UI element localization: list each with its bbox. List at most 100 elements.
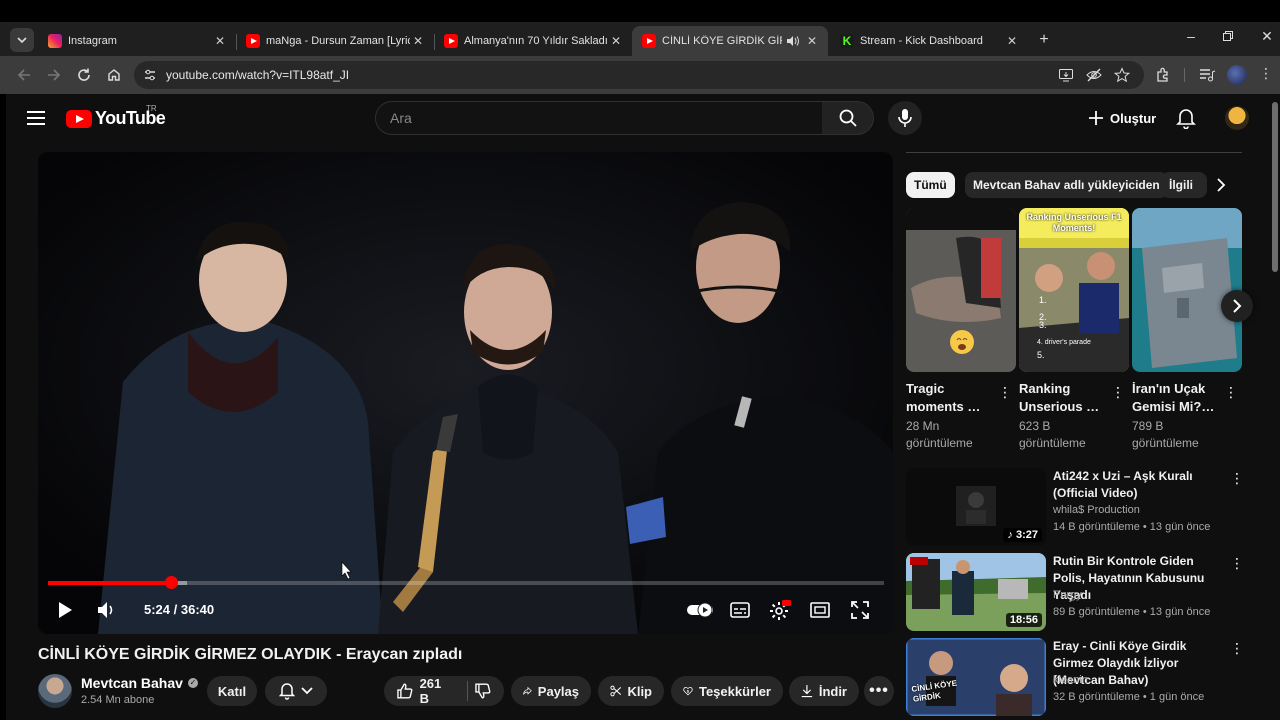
account-avatar[interactable] <box>1225 106 1249 130</box>
clip-button[interactable]: Klip <box>598 676 664 706</box>
short-card[interactable]: İran'ın Uçak Gemisi Mi?… 789 B görüntüle… <box>1132 208 1242 452</box>
audio-playing-icon[interactable] <box>786 35 800 47</box>
short-thumbnail[interactable] <box>1132 208 1242 372</box>
maximize-button[interactable] <box>1213 28 1243 44</box>
browser-tab-instagram[interactable]: Instagram ✕ <box>38 26 237 56</box>
join-button[interactable]: Katıl <box>207 676 257 706</box>
page-scrollbar[interactable] <box>1272 102 1278 272</box>
short-title[interactable]: Ranking Unserious … <box>1019 380 1105 416</box>
channel-name[interactable]: Purgy <box>1053 589 1082 601</box>
more-vertical-icon[interactable]: ⋮ <box>1230 555 1244 572</box>
chip-all[interactable]: Tümü <box>906 172 955 198</box>
channel-name-link[interactable]: Mevtcan Bahav ✓ <box>81 675 198 691</box>
url-text[interactable]: youtube.com/watch?v=ITL98atf_JI <box>166 68 349 82</box>
tab-title: Almanya'nın 70 Yıldır Sakladığı <box>464 35 608 47</box>
seek-bar[interactable] <box>48 576 884 589</box>
media-control-icon[interactable] <box>1198 66 1216 84</box>
chevron-right-icon[interactable] <box>1214 178 1228 192</box>
theater-mode-button[interactable] <box>808 598 832 622</box>
site-settings-icon[interactable] <box>142 67 158 83</box>
more-vertical-icon[interactable]: ⋮ <box>998 384 1012 401</box>
more-actions-button[interactable]: ••• <box>864 676 894 706</box>
svg-text:5.: 5. <box>1037 350 1045 360</box>
like-button[interactable]: 261 B <box>384 676 504 706</box>
more-vertical-icon[interactable]: ⋮ <box>1230 470 1244 487</box>
more-vertical-icon[interactable]: ⋮ <box>1224 384 1238 401</box>
channel-name[interactable]: whila$ Production <box>1053 504 1140 516</box>
notifications-button[interactable] <box>1176 107 1196 134</box>
menu-icon[interactable] <box>27 111 45 125</box>
channel-name[interactable]: kleanin <box>1053 674 1088 686</box>
profile-avatar[interactable] <box>1227 65 1247 85</box>
heart-dollar-icon: $ <box>683 686 693 696</box>
install-app-icon[interactable] <box>1058 67 1074 83</box>
video-thumbnail[interactable]: CİNLİ KÖYE GİRDİK <box>906 638 1046 716</box>
short-title[interactable]: Tragic moments … <box>906 380 992 416</box>
youtube-logo[interactable]: YouTube TR <box>66 104 166 129</box>
eye-off-icon[interactable] <box>1086 67 1102 83</box>
volume-button[interactable] <box>94 598 120 622</box>
shorts-next-button[interactable] <box>1221 290 1253 322</box>
browser-tab-active[interactable]: CİNLİ KÖYE GİRDİK GİRMEZ ✕ <box>632 26 828 56</box>
search-input[interactable] <box>376 102 822 134</box>
browser-tab-manga[interactable]: maNga - Dursun Zaman [Lyrics ✕ <box>236 26 435 56</box>
play-button[interactable] <box>52 598 78 622</box>
recommended-video[interactable]: ♪ 3:27 Ati242 x Uzi – Aşk Kuralı (Offici… <box>906 468 1246 548</box>
close-tab-icon[interactable]: ✕ <box>804 34 820 48</box>
recommended-video[interactable]: 18:56 Rutin Bir Kontrole Giden Polis, Ha… <box>906 553 1246 633</box>
subscription-bell-button[interactable] <box>265 676 327 706</box>
autoplay-toggle[interactable] <box>686 600 714 620</box>
video-thumbnail[interactable]: ♪ 3:27 <box>906 468 1046 546</box>
address-bar[interactable]: youtube.com/watch?v=ITL98atf_JI <box>134 61 1144 89</box>
recommended-video[interactable]: CİNLİ KÖYE GİRDİK Eray - Cinli Köye Gird… <box>906 638 1246 718</box>
chip-related[interactable]: İlgili <box>1161 172 1207 198</box>
short-card[interactable]: Tragic moments … 28 Mn görüntüleme ⋮ <box>906 208 1016 452</box>
reload-button[interactable] <box>74 65 94 85</box>
restore-icon <box>1223 31 1233 41</box>
search-button[interactable] <box>822 101 874 135</box>
video-title[interactable]: Ati242 x Uzi – Aşk Kuralı (Official Vide… <box>1053 468 1223 502</box>
video-player[interactable]: 5:24 / 36:40 <box>38 152 893 634</box>
browser-tab-kick[interactable]: K Stream - Kick Dashboard ✕ <box>830 26 1028 56</box>
close-window-button[interactable]: ✕ <box>1252 28 1280 45</box>
minimize-button[interactable]: – <box>1176 28 1206 44</box>
video-meta: 32 B görüntüleme • 1 gün önce <box>1053 691 1205 703</box>
short-thumbnail[interactable]: 1. 2. 3. 4. driver's parade 5. Ranking U… <box>1019 208 1129 372</box>
short-card[interactable]: 1. 2. 3. 4. driver's parade 5. Ranking U… <box>1019 208 1129 452</box>
browser-tab-almanya[interactable]: Almanya'nın 70 Yıldır Sakladığı ✕ <box>434 26 632 56</box>
tab-search-button[interactable] <box>10 28 34 52</box>
download-button[interactable]: İndir <box>789 676 859 706</box>
thumbs-down-icon[interactable] <box>474 682 492 700</box>
close-tab-icon[interactable]: ✕ <box>410 34 426 48</box>
more-vertical-icon[interactable]: ⋮ <box>1230 640 1244 657</box>
download-icon <box>801 685 813 698</box>
close-tab-icon[interactable]: ✕ <box>1004 34 1020 48</box>
plus-icon <box>1089 111 1103 125</box>
search-box[interactable] <box>375 101 823 135</box>
short-thumbnail[interactable] <box>906 208 1016 372</box>
scrubber-handle[interactable] <box>164 576 178 589</box>
thanks-button[interactable]: $ Teşekkürler <box>671 676 783 706</box>
home-button[interactable] <box>104 65 124 85</box>
short-title[interactable]: İran'ın Uçak Gemisi Mi?… <box>1132 380 1218 416</box>
channel-avatar[interactable] <box>38 674 72 708</box>
new-tab-button[interactable]: + <box>1034 30 1054 50</box>
create-button[interactable]: Oluştur <box>1078 104 1166 132</box>
svg-text:1.: 1. <box>1039 295 1047 305</box>
forward-button[interactable] <box>44 65 64 85</box>
bookmark-star-icon[interactable] <box>1114 67 1130 83</box>
close-tab-icon[interactable]: ✕ <box>608 34 624 48</box>
more-vertical-icon[interactable]: ⋮ <box>1111 384 1125 401</box>
subtitles-button[interactable] <box>728 598 752 622</box>
instagram-icon <box>48 34 62 48</box>
settings-button[interactable] <box>768 598 792 622</box>
extensions-icon[interactable] <box>1154 66 1172 84</box>
voice-search-button[interactable] <box>888 101 922 135</box>
fullscreen-button[interactable] <box>848 598 872 622</box>
chip-from-uploader[interactable]: Mevtcan Bahav adlı yükleyiciden <box>965 172 1168 198</box>
back-button[interactable] <box>14 65 34 85</box>
close-tab-icon[interactable]: ✕ <box>212 34 228 48</box>
browser-menu-icon[interactable]: ⋮ <box>1259 65 1273 82</box>
video-thumbnail[interactable]: 18:56 <box>906 553 1046 631</box>
share-button[interactable]: Paylaş <box>511 676 591 706</box>
